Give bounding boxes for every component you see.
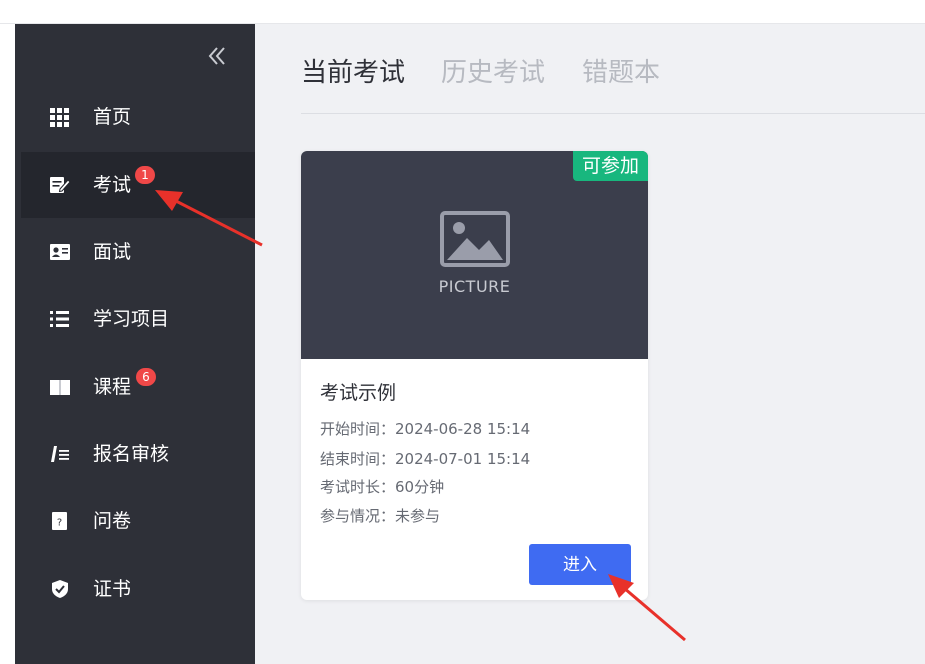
sidebar-item-label: 面试 [93, 241, 132, 263]
notification-badge: 6 [136, 368, 156, 386]
sidebar-item-label: 课程 [93, 376, 132, 398]
exam-card[interactable]: 可参加 PICTURE 考试示例 开始时间：2024-06-28 15:14 结… [301, 151, 648, 600]
shield-icon [49, 579, 71, 599]
interview-icon [49, 242, 71, 262]
picture-placeholder-icon [439, 210, 511, 268]
sidebar-item-home[interactable]: 首页 [21, 84, 255, 150]
collapse-sidebar-icon[interactable] [205, 44, 229, 68]
exam-edit-icon [49, 175, 71, 195]
enter-exam-button[interactable]: 进入 [529, 544, 631, 585]
left-margin [0, 24, 15, 664]
grid-icon [49, 107, 71, 127]
tab-wrong-questions[interactable]: 错题本 [582, 56, 660, 90]
sidebar-item-label: 首页 [93, 106, 132, 128]
tab-history-exams[interactable]: 历史考试 [441, 56, 545, 90]
status-badge: 可参加 [572, 151, 648, 181]
sidebar-item-certificate[interactable]: 证书 [21, 556, 255, 622]
exam-thumbnail: 可参加 PICTURE [301, 151, 648, 359]
exam-start-time: 开始时间：2024-06-28 15:14 [320, 420, 531, 438]
sidebar-item-exam[interactable]: 考试 1 [21, 152, 255, 218]
sidebar-item-questionnaire[interactable]: ? 问卷 [21, 488, 255, 554]
main-content: 当前考试 历史考试 错题本 可参加 PICTURE 考试示例 开始时间：2024… [255, 24, 925, 664]
sidebar: 首页 考试 1 面试 学习项目 课程 6 报名审核 ? 问卷 证书 [15, 24, 255, 664]
exam-end-time: 结束时间：2024-07-01 15:14 [320, 450, 531, 468]
exam-duration: 考试时长：60分钟 [320, 478, 445, 496]
exam-title: 考试示例 [320, 382, 397, 404]
sidebar-item-interview[interactable]: 面试 [21, 219, 255, 285]
top-bar [0, 0, 925, 24]
tabs-divider [301, 113, 925, 114]
sidebar-item-learning-project[interactable]: 学习项目 [21, 286, 255, 352]
signup-review-icon [49, 444, 71, 464]
picture-placeholder-text: PICTURE [438, 277, 511, 296]
sidebar-item-label: 报名审核 [93, 443, 170, 465]
sidebar-item-label: 问卷 [93, 510, 132, 532]
notification-badge: 1 [135, 166, 155, 184]
sidebar-item-label: 考试 [93, 174, 132, 196]
list-icon [49, 309, 71, 329]
sidebar-item-label: 证书 [93, 578, 132, 600]
questionnaire-icon: ? [49, 511, 71, 531]
tab-current-exams[interactable]: 当前考试 [301, 56, 405, 90]
sidebar-item-signup-review[interactable]: 报名审核 [21, 421, 255, 487]
svg-text:?: ? [57, 518, 62, 529]
sidebar-item-label: 学习项目 [93, 308, 170, 330]
sidebar-item-course[interactable]: 课程 6 [21, 354, 255, 420]
book-icon [49, 377, 71, 397]
exam-participation: 参与情况：未参与 [320, 507, 441, 525]
